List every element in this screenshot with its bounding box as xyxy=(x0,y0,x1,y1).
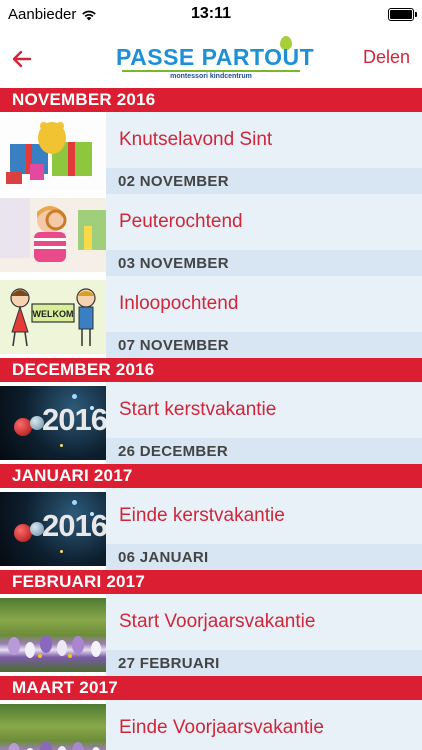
section-header-maart-2017: MAART 2017 xyxy=(0,676,422,700)
event-image-gifts xyxy=(0,116,106,190)
event-image-welkom: WELKOM xyxy=(0,280,106,354)
event-image-crocus xyxy=(0,598,106,672)
event-list: NOVEMBER 2016 Knutselavond Sint 02 NOVEM… xyxy=(0,88,422,750)
section-header-december-2016: DECEMBER 2016 xyxy=(0,358,422,382)
event-image-2016: 2016 xyxy=(0,386,106,460)
event-date: 03 NOVEMBER xyxy=(118,255,229,272)
battery-icon xyxy=(388,8,417,21)
event-title: Inloopochtend xyxy=(119,293,239,314)
event-date: 26 DECEMBER xyxy=(118,443,228,460)
event-title: Knutselavond Sint xyxy=(119,129,273,150)
back-arrow-icon[interactable] xyxy=(10,47,34,71)
welkom-sign-text: WELKOM xyxy=(33,309,74,319)
event-row[interactable]: Einde Voorjaarsvakantie xyxy=(0,700,422,750)
section-header-november-2016: NOVEMBER 2016 xyxy=(0,88,422,112)
status-time: 13:11 xyxy=(190,5,232,22)
event-date: 27 FEBRUARI xyxy=(118,655,220,672)
event-row[interactable]: WELKOM Inloopochtend 07 NOVEMBER xyxy=(0,276,422,358)
section-header-januari-2017: JANUARI 2017 xyxy=(0,464,422,488)
year-text: 2016 xyxy=(42,508,106,543)
event-row[interactable]: 2016 Start kerstvakantie 26 DECEMBER xyxy=(0,382,422,464)
event-title: Einde Voorjaarsvakantie xyxy=(119,717,324,738)
logo-title: PASSE PARTOUT xyxy=(116,44,315,70)
event-title: Start Voorjaarsvakantie xyxy=(119,611,316,632)
status-bar: Aanbieder 13:11 xyxy=(0,0,422,30)
section-header-februari-2017: FEBRUARI 2017 xyxy=(0,570,422,594)
event-row[interactable]: Start Voorjaarsvakantie 27 FEBRUARI xyxy=(0,594,422,676)
event-row[interactable]: Peuterochtend 03 NOVEMBER xyxy=(0,194,422,276)
event-row[interactable]: 2016 Einde kerstvakantie 06 JANUARI xyxy=(0,488,422,570)
event-title: Einde kerstvakantie xyxy=(119,505,285,526)
event-date: 02 NOVEMBER xyxy=(118,173,229,190)
event-date: 07 NOVEMBER xyxy=(118,337,229,354)
event-image-crocus xyxy=(0,704,106,750)
event-image-child xyxy=(0,198,106,272)
event-title: Start kerstvakantie xyxy=(119,399,277,420)
event-date: 06 JANUARI xyxy=(118,549,209,566)
navigation-bar: PASSE PARTOUT montessori kindcentrum Del… xyxy=(0,30,422,88)
event-title: Peuterochtend xyxy=(119,211,243,232)
logo-subtitle: montessori kindcentrum xyxy=(122,70,300,80)
share-button[interactable]: Delen xyxy=(363,47,410,68)
year-text: 2016 xyxy=(42,402,106,437)
app-logo: PASSE PARTOUT montessori kindcentrum xyxy=(110,30,314,82)
event-row[interactable]: Knutselavond Sint 02 NOVEMBER xyxy=(0,112,422,194)
event-image-2016: 2016 xyxy=(0,492,106,566)
